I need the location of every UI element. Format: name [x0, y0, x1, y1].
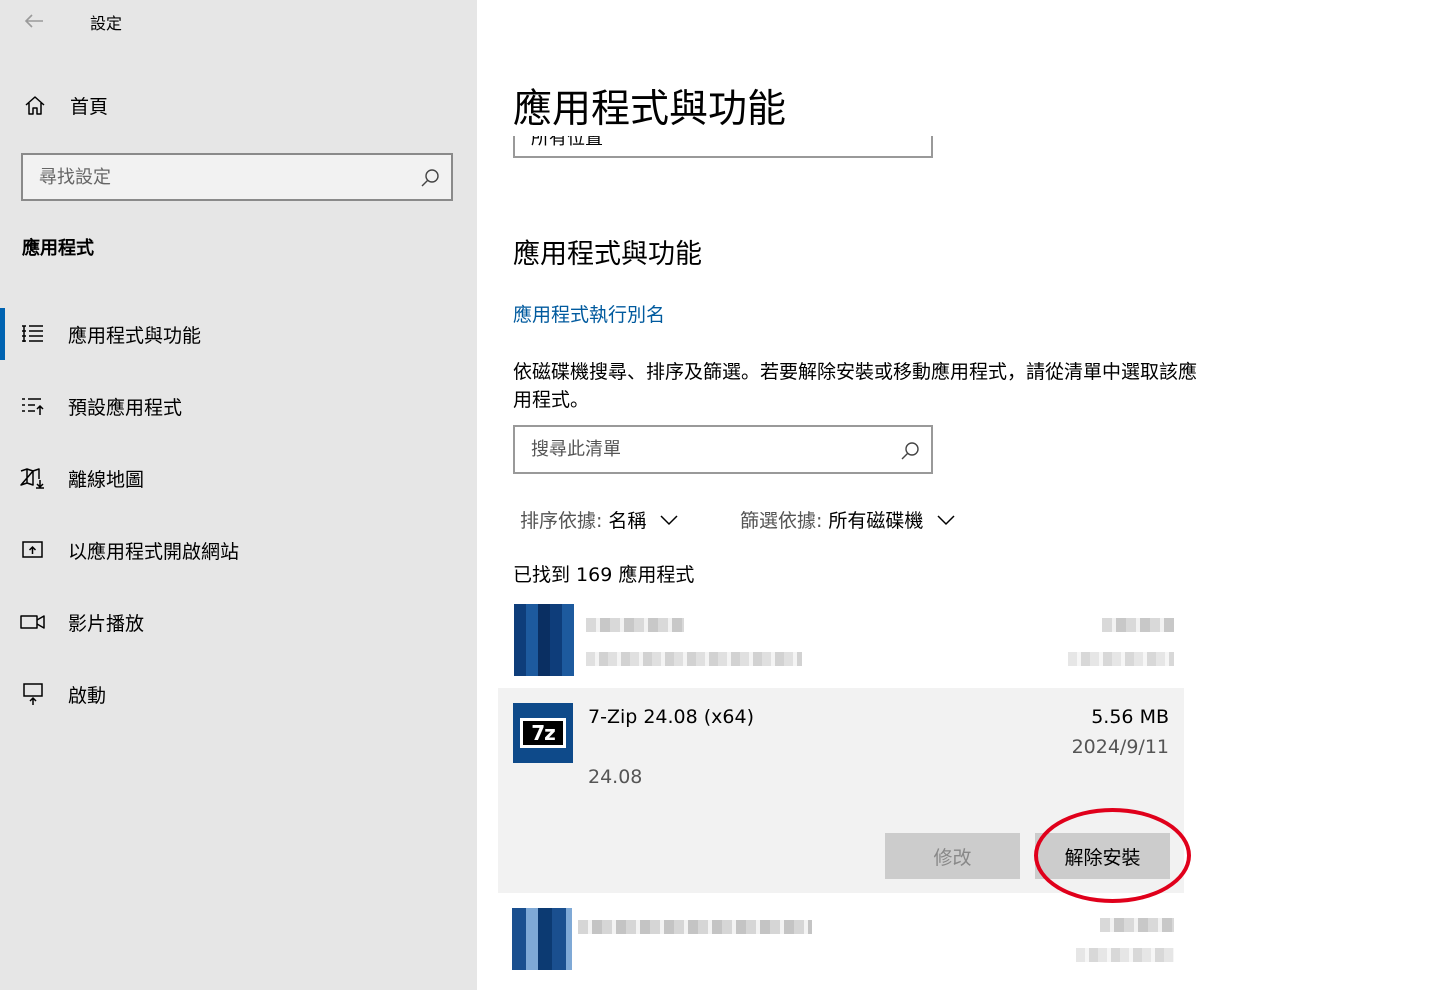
sidebar-item-label: 以應用程式開啟網站: [68, 540, 240, 563]
blurred-app-icon: [512, 908, 572, 970]
sidebar-item-offline-maps[interactable]: 離線地圖: [0, 452, 477, 504]
window-title: 設定: [90, 14, 123, 33]
filter-value: 所有磁碟機: [828, 510, 924, 532]
sidebar-item-label: 啟動: [68, 684, 107, 707]
blurred-app-date: [1068, 652, 1174, 666]
selected-app-item[interactable]: 7z 7-Zip 24.08 (x64) 5.56 MB 2024/9/11 2…: [498, 688, 1184, 893]
active-indicator: [0, 308, 5, 360]
section-title: 應用程式與功能: [513, 239, 702, 270]
open-website-icon: [20, 538, 46, 562]
search-icon[interactable]: [419, 167, 441, 189]
sidebar-item-video-playback[interactable]: 影片播放: [0, 596, 477, 648]
app-list-search-input[interactable]: [531, 436, 881, 462]
app-size: 5.56 MB: [1091, 706, 1169, 728]
sidebar-item-startup[interactable]: 啟動: [0, 668, 477, 720]
uninstall-button[interactable]: 解除安裝: [1035, 833, 1170, 879]
filter-label: 篩選依據:: [740, 510, 823, 532]
sidebar: 設定 首頁 應用程式 應用程式與功能: [0, 0, 477, 990]
sidebar-item-apps-features[interactable]: 應用程式與功能: [0, 308, 477, 360]
app-name: 7-Zip 24.08 (x64): [588, 706, 755, 728]
sidebar-item-label: 影片播放: [68, 612, 145, 635]
blurred-app-size: [1102, 618, 1174, 632]
main-content: 所有位置 應用程式與功能 應用程式與功能 應用程式執行別名 依磁碟機搜尋、排序及…: [477, 0, 1443, 990]
modify-button[interactable]: 修改: [885, 833, 1020, 879]
back-button[interactable]: [14, 6, 54, 36]
7zip-app-icon: 7z: [513, 703, 573, 763]
sidebar-item-open-websites[interactable]: 以應用程式開啟網站: [0, 524, 477, 576]
sidebar-section-heading: 應用程式: [22, 238, 94, 259]
chevron-down-icon: [937, 514, 955, 525]
app-count: 已找到 169 應用程式: [513, 564, 695, 586]
sidebar-item-default-apps[interactable]: 預設應用程式: [0, 380, 477, 432]
sidebar-item-label: 離線地圖: [68, 468, 145, 491]
app-list-item[interactable]: [498, 906, 1184, 976]
location-dropdown-value: 所有位置: [531, 136, 603, 149]
home-icon: [23, 93, 47, 117]
sort-label: 排序依據:: [520, 510, 603, 532]
apps-list-icon: [20, 322, 46, 346]
blurred-app-icon: [514, 604, 574, 676]
home-label: 首頁: [70, 95, 109, 118]
back-arrow-icon: [24, 14, 43, 28]
app-execution-alias-link[interactable]: 應用程式執行別名: [513, 300, 665, 327]
video-camera-icon: [20, 610, 46, 634]
default-apps-icon: [20, 394, 46, 418]
app-install-date: 2024/9/11: [1071, 736, 1169, 758]
app-list-search-box[interactable]: [513, 425, 933, 474]
search-icon[interactable]: [899, 440, 921, 462]
chevron-down-icon: [660, 514, 678, 525]
page-title: 應用程式與功能: [513, 87, 787, 132]
app-version: 24.08: [588, 766, 643, 788]
sidebar-item-home[interactable]: 首頁: [0, 82, 477, 128]
settings-search-input[interactable]: [39, 164, 399, 190]
location-dropdown[interactable]: 所有位置: [513, 136, 933, 158]
sort-value: 名稱: [608, 510, 647, 532]
blurred-app-publisher: [586, 652, 802, 666]
startup-icon: [20, 682, 46, 706]
settings-search-box[interactable]: [21, 153, 453, 201]
blurred-app-size: [1100, 918, 1174, 932]
filter-by-dropdown[interactable]: 篩選依據: 所有磁碟機: [740, 506, 955, 533]
sidebar-item-label: 預設應用程式: [68, 396, 183, 419]
7zip-logo-text: 7z: [520, 718, 566, 748]
sort-by-dropdown[interactable]: 排序依據: 名稱: [520, 506, 678, 533]
offline-map-icon: [20, 466, 46, 490]
description-text: 依磁碟機搜尋、排序及篩選。若要解除安裝或移動應用程式，請從清單中選取該應用程式。: [513, 361, 1198, 411]
blurred-app-date: [1076, 948, 1174, 962]
app-list-item[interactable]: [498, 604, 1184, 684]
blurred-app-name: [586, 618, 684, 632]
sidebar-item-label: 應用程式與功能: [68, 324, 202, 347]
blurred-app-name: [578, 920, 812, 934]
